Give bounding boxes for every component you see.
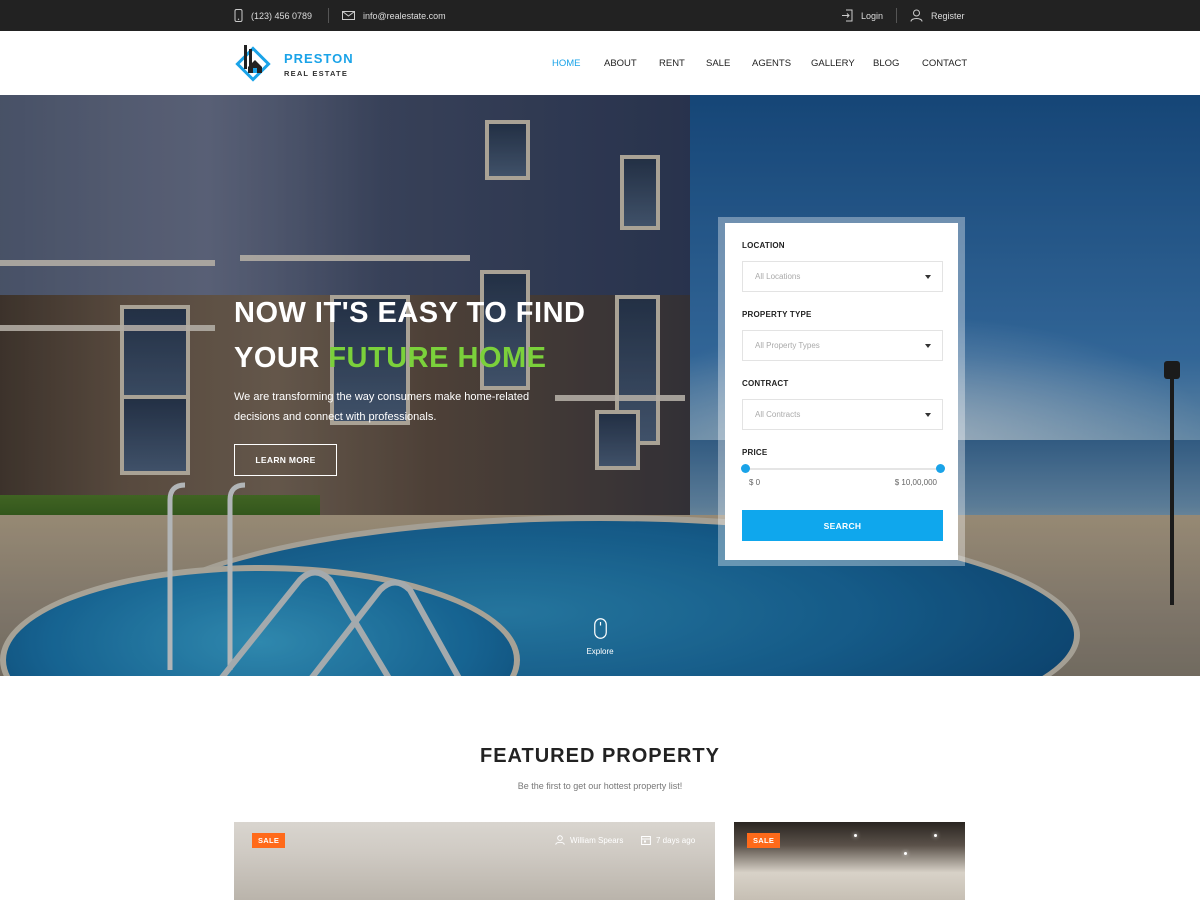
card-author[interactable]: William Spears: [555, 833, 623, 848]
hero-heading: NOW IT'S EASY TO FIND YOUR FUTURE HOME: [234, 291, 585, 381]
site-header: PRESTON REAL ESTATE HOME ABOUT RENT SALE…: [0, 31, 1200, 95]
caret-down-icon: [925, 275, 931, 279]
hero-heading-highlight: FUTURE HOME: [328, 342, 547, 374]
price-label: PRICE: [742, 448, 768, 457]
hero-heading-line1: NOW IT'S EASY TO FIND: [234, 297, 586, 329]
nav-home[interactable]: HOME: [552, 58, 581, 69]
card-image: [934, 834, 937, 837]
contact-phone[interactable]: (123) 456 0789: [234, 0, 312, 31]
location-label: LOCATION: [742, 241, 785, 250]
register-link[interactable]: Register: [910, 0, 965, 31]
post-date: 7 days ago: [656, 836, 696, 845]
property-type-value: All Property Types: [755, 341, 820, 350]
nav-sale[interactable]: SALE: [706, 58, 730, 69]
register-label: Register: [931, 10, 965, 21]
learn-more-button[interactable]: LEARN MORE: [234, 444, 337, 476]
property-type-select[interactable]: All Property Types: [742, 330, 943, 361]
nav-gallery[interactable]: GALLERY: [811, 58, 855, 69]
featured-subtitle: Be the first to get our hottest property…: [517, 781, 683, 791]
user-icon: [555, 834, 565, 847]
brand-logo[interactable]: PRESTON REAL ESTATE: [234, 41, 354, 88]
sale-badge: SALE: [252, 833, 286, 848]
card-date: 7 days ago: [641, 833, 695, 848]
house-logo-icon: [234, 41, 272, 88]
property-type-label: PROPERTY TYPE: [742, 310, 812, 319]
user-icon: [910, 9, 923, 22]
brand-name: PRESTON: [284, 50, 354, 66]
phone-icon: [234, 9, 243, 22]
explore-label: Explore: [586, 647, 614, 656]
mouse-icon: [593, 618, 607, 641]
price-min-value: $ 0: [749, 478, 761, 487]
property-search-panel: LOCATION All Locations PROPERTY TYPE All…: [725, 223, 958, 560]
search-button[interactable]: SEARCH: [742, 510, 943, 541]
nav-contact[interactable]: CONTACT: [922, 58, 967, 69]
email-address: info@realestate.com: [363, 10, 446, 21]
nav-blog[interactable]: BLOG: [873, 58, 899, 69]
featured-title: FEATURED PROPERTY: [480, 745, 720, 767]
price-min-handle[interactable]: [741, 464, 750, 473]
author-name: William Spears: [570, 836, 624, 845]
hero-heading-prefix: YOUR: [234, 342, 329, 374]
brand-tagline: REAL ESTATE: [284, 68, 349, 78]
divider: [896, 8, 897, 23]
location-value: All Locations: [755, 272, 801, 281]
price-range-track[interactable]: [745, 468, 940, 470]
nav-rent[interactable]: RENT: [659, 58, 685, 69]
login-link[interactable]: Login: [841, 0, 883, 31]
card-image: [904, 852, 907, 855]
hero-section: NOW IT'S EASY TO FIND YOUR FUTURE HOME W…: [0, 95, 1200, 676]
nav-agents[interactable]: AGENTS: [752, 58, 791, 69]
calendar-icon: [641, 835, 651, 847]
contact-email[interactable]: info@realestate.com: [342, 0, 446, 31]
caret-down-icon: [925, 344, 931, 348]
property-card[interactable]: SALE: [734, 822, 965, 900]
login-icon: [841, 9, 853, 22]
caret-down-icon: [925, 413, 931, 417]
property-card[interactable]: SALE William Spears 7 days ago: [234, 822, 715, 900]
divider: [328, 8, 329, 23]
location-select[interactable]: All Locations: [742, 261, 943, 292]
explore-scroll[interactable]: Explore: [570, 618, 630, 656]
sale-badge: SALE: [747, 833, 781, 848]
price-max-handle[interactable]: [936, 464, 945, 473]
card-image: [854, 834, 857, 837]
hero-overlay: [0, 95, 1200, 676]
nav-about[interactable]: ABOUT: [604, 58, 637, 69]
top-bar: (123) 456 0789 info@realestate.com Login…: [0, 0, 1200, 31]
contract-select[interactable]: All Contracts: [742, 399, 943, 430]
phone-number: (123) 456 0789: [251, 10, 313, 21]
contract-label: CONTRACT: [742, 379, 789, 388]
login-label: Login: [861, 10, 884, 21]
envelope-icon: [342, 11, 355, 20]
contract-value: All Contracts: [755, 410, 801, 419]
price-max-value: $ 10,00,000: [894, 478, 937, 487]
hero-description: We are transforming the way consumers ma…: [234, 391, 530, 423]
